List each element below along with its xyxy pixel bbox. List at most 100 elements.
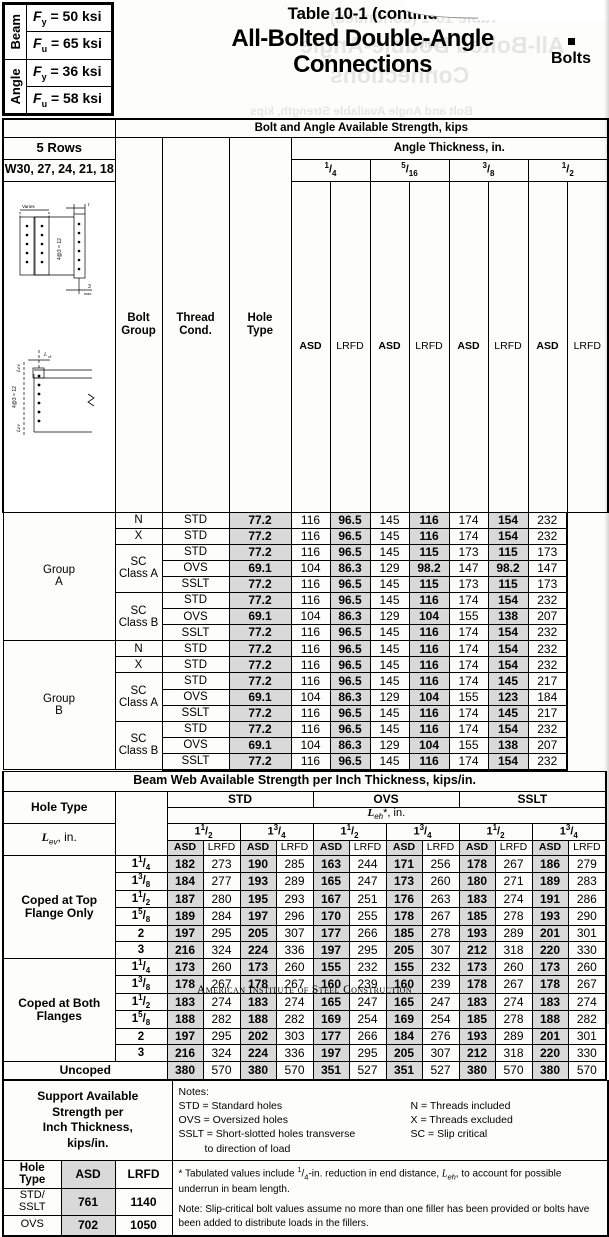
hole-type-cell: STD [161, 527, 230, 545]
lrfd-value: 145 [369, 672, 410, 690]
lrfd-value: 145 [369, 575, 410, 593]
col-bolt-group: Bolt Group [114, 136, 163, 513]
lrfd-value: 307 [421, 1044, 460, 1062]
asd-value: 224 [239, 941, 277, 959]
support-asd-value: 761 [60, 1188, 116, 1216]
leh-1-3-4: 13/4 [385, 822, 460, 841]
lrfd-value: 232 [527, 527, 568, 545]
table-title-line3: Connections [293, 51, 432, 78]
support-lrfd-value: 1050 [114, 1214, 173, 1237]
lrfd-value: 174 [448, 656, 489, 674]
asd-value: 185 [385, 924, 423, 943]
asd-value: 182 [166, 854, 204, 874]
lrfd-value: 174 [448, 624, 489, 642]
lrfd-value: 232 [527, 640, 568, 658]
uncoped-val: 570 [494, 1060, 533, 1080]
asd-value: 96.5 [329, 704, 371, 722]
lrfd-value: 276 [421, 1027, 460, 1046]
lrfd-value: 282 [202, 1010, 241, 1029]
note-x: X = Threads excluded [410, 1114, 513, 1127]
asd-value: 96.5 [329, 575, 371, 593]
lrfd-value: 217 [527, 672, 568, 690]
lrfd-value: 301 [567, 924, 608, 943]
lrfd-value: 260 [494, 957, 533, 977]
asd-value: 173 [385, 872, 423, 891]
lrfd-value: 232 [527, 656, 568, 674]
lrfd-value: 232 [527, 720, 568, 738]
lrfd-value: 116 [290, 720, 331, 738]
footnote-asterisk: * Tabulated values include 1/4-in. reduc… [178, 1164, 562, 1195]
lrfd-value: 336 [275, 1044, 314, 1062]
diagram-leh-label: L [43, 352, 47, 358]
lrfd-value: 104 [290, 688, 331, 706]
lrfd-value: 217 [527, 704, 568, 722]
lrfd-value: 279 [567, 854, 608, 874]
lrfd-value: 104 [290, 608, 331, 626]
lrfd-value: 251 [348, 889, 387, 909]
lrfd-value: 330 [567, 941, 608, 959]
asd-value: 190 [239, 854, 277, 874]
asd-value: 116 [408, 752, 450, 771]
thread-cond-cell: N [114, 511, 163, 529]
subheader-lrfd: LRFD [348, 839, 387, 856]
cope-condition-label: Coped at Both Flanges [2, 957, 116, 1062]
elevation-diagram: Varies t 4@3 = 12 3 max. [19, 202, 92, 296]
lrfd-value: 174 [448, 752, 489, 771]
asd-value: 86.3 [329, 559, 371, 577]
diagram-varies-label: Varies [22, 204, 35, 209]
diagram-lev-top-label: Lev [16, 363, 22, 373]
diagram-lev-bot-label: Lev [16, 423, 22, 433]
connection-diagrams: Varies t 4@3 = 12 3 max. L eh Lev 4@3 = … [4, 181, 114, 512]
subheader-asd: ASD [531, 839, 569, 856]
uncoped-val: 380 [531, 1060, 569, 1080]
hole-type-cell: OVS [161, 688, 230, 706]
lrfd-value: 267 [421, 907, 460, 926]
lrfd-value: 104 [290, 736, 331, 754]
lrfd-value: 278 [494, 907, 533, 926]
notes-support-table: Support Available Strength per Inch Thickn… [1, 1079, 609, 1237]
asd-value: 69.1 [228, 608, 292, 626]
asd-value: 205 [385, 941, 423, 959]
lrfd-value: 207 [527, 608, 568, 626]
hole-type-cell: STD [161, 640, 230, 658]
asd-value: 189 [166, 907, 204, 926]
lrfd-value: 147 [527, 559, 568, 577]
diagram-cell: Varies t 4@3 = 12 3 max. L eh Lev 4@3 = … [2, 180, 116, 513]
asd-value: 145 [487, 672, 529, 690]
table-row: Group A N STD 77.2 116 96.5 145 116 174 154 232 [2, 511, 608, 642]
lrfd-value: 303 [275, 1027, 314, 1046]
lev-header: Lev, in. [2, 822, 116, 856]
asd-value: 216 [166, 941, 204, 959]
subheader-lrfd: LRFD [275, 839, 314, 856]
asd-value: 220 [531, 941, 569, 959]
leh-1-1-2: 11/2 [166, 822, 241, 841]
thickness-3-8: 3/8 [448, 158, 529, 182]
thread-cond-cell: SC Class B [114, 591, 163, 642]
support-strength-label: Support Available Strength per Inch Thickn… [1, 1079, 173, 1161]
asd-value: 115 [487, 575, 529, 593]
w-shapes-label: W30, 27, 24, 21, 18 [2, 158, 116, 182]
asd-value: 170 [312, 907, 350, 926]
publisher-footer: American Institute of Steel Construction [196, 984, 413, 996]
asd-value: 155 [385, 957, 423, 977]
uncoped-val: 570 [567, 1060, 608, 1080]
thread-cond-cell: SC Class A [114, 543, 163, 593]
lrfd-value: 129 [369, 559, 410, 577]
asd-value: 205 [385, 1044, 423, 1062]
scan-fold-artifact-2 [478, 2, 609, 20]
asd-value: 98.2 [408, 559, 450, 577]
asd-value: 116 [408, 704, 450, 722]
lrfd-value: 295 [202, 1027, 241, 1046]
lev-value: 3 [114, 1044, 168, 1062]
lrfd-value: 116 [290, 640, 331, 658]
lrfd-value: 273 [202, 854, 241, 874]
subheader-asd: ASD [166, 839, 204, 856]
asd-value: 77.2 [228, 672, 292, 690]
lrfd-value: 116 [290, 575, 331, 593]
hole-type-cell: SSLT [161, 575, 230, 593]
note-sslt-cont: to direction of load [204, 1142, 291, 1155]
note-std: STD = Standard holes [178, 1100, 283, 1113]
lrfd-value: 289 [494, 1027, 533, 1046]
asd-value: 202 [239, 1027, 277, 1046]
lrfd-value: 278 [421, 924, 460, 943]
